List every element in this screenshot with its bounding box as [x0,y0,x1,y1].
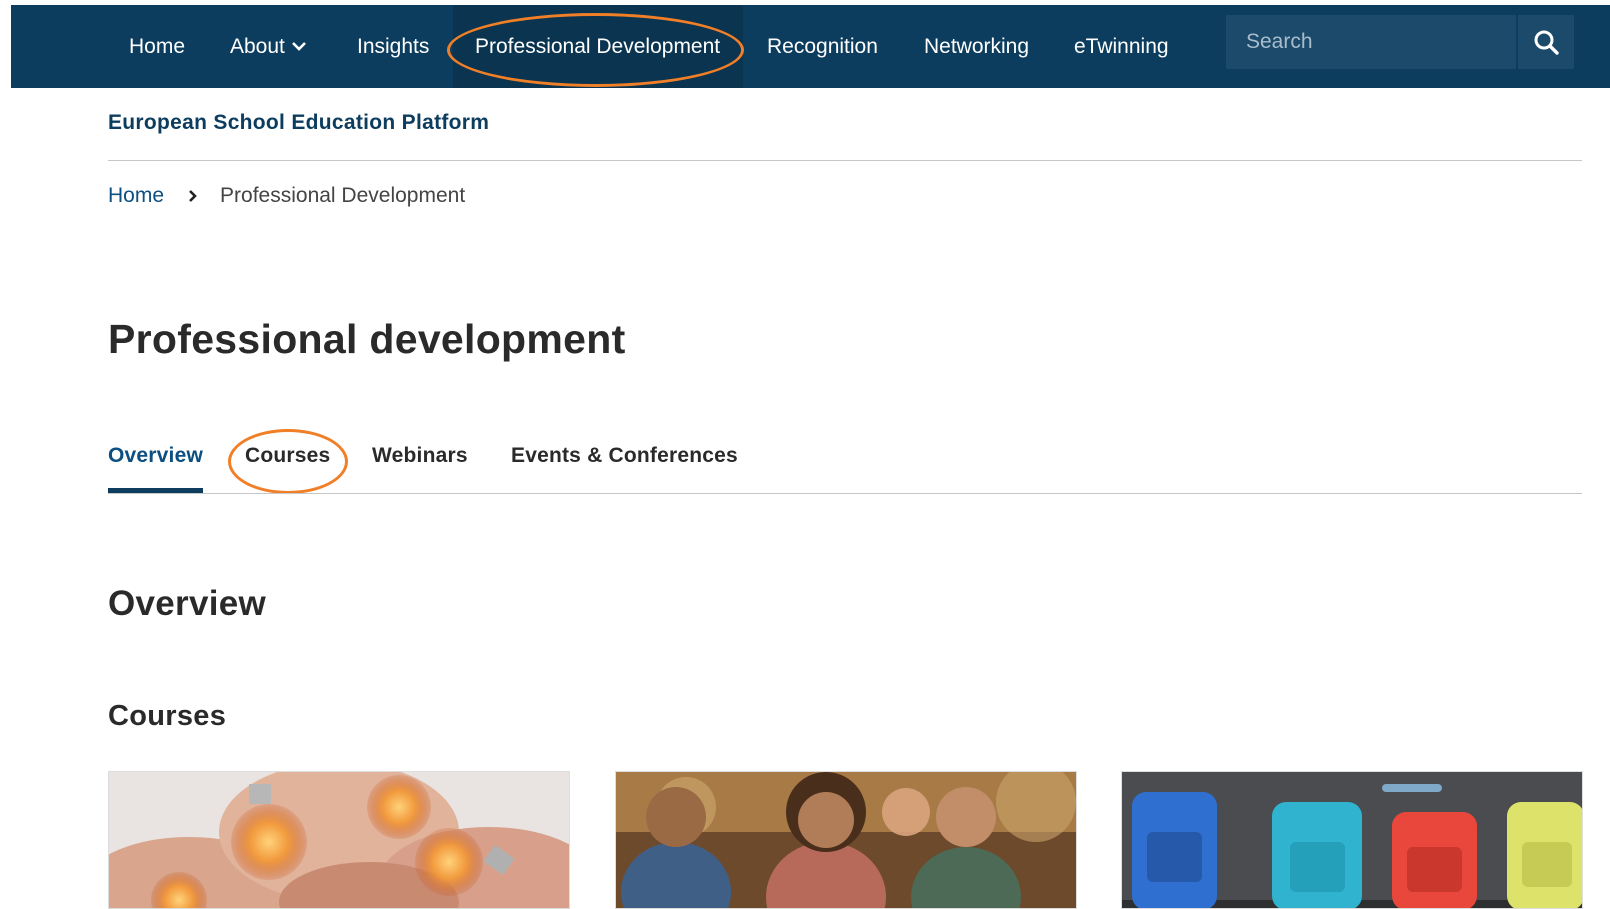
breadcrumb-current: Professional Development [220,184,466,207]
platform-name[interactable]: European School Education Platform [108,111,489,135]
section-title-overview: Overview [108,584,267,623]
nav-item-professional-development[interactable]: Professional Development [453,5,744,88]
nav-item-home[interactable]: Home [129,5,185,88]
header-divider [108,160,1582,161]
tab-webinars[interactable]: Webinars [372,444,468,468]
tab-overview[interactable]: Overview [108,444,203,468]
nav-item-about[interactable]: About [230,5,307,88]
card-image-smiling-children [616,772,1076,908]
nav-item-networking[interactable]: Networking [924,5,1029,88]
nav-item-etwinning[interactable]: eTwinning [1074,5,1169,88]
breadcrumb-home-link[interactable]: Home [108,184,164,208]
search-input[interactable] [1226,15,1516,69]
nav-item-about-label: About [230,35,285,58]
nav-item-recognition[interactable]: Recognition [767,5,878,88]
nav-item-insights[interactable]: Insights [357,5,429,88]
course-card-3[interactable] [1121,771,1583,909]
card-image-colorful-backpacks [1122,772,1582,908]
breadcrumb: Home Professional Development [108,184,465,208]
tab-courses[interactable]: Courses [245,444,330,468]
subsection-title-courses: Courses [108,700,227,732]
course-card-1[interactable] [108,771,570,909]
page-title: Professional development [108,316,626,362]
chevron-down-icon [291,42,306,51]
search-icon [1534,30,1559,55]
tabs-divider [108,493,1582,494]
chevron-right-icon [188,189,198,203]
card-image-hands-lightbulbs [109,772,569,908]
tab-events-conferences[interactable]: Events & Conferences [511,444,738,468]
course-card-2[interactable] [615,771,1077,909]
search-button[interactable] [1518,15,1574,69]
